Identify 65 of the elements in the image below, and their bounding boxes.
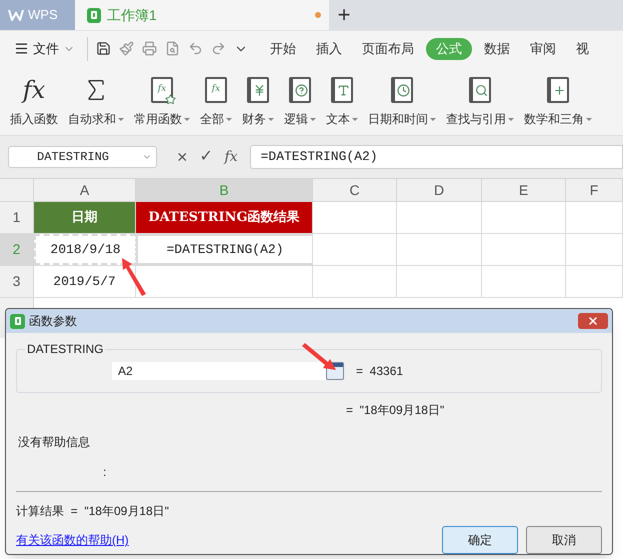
function-book-icon: fx (205, 77, 227, 103)
spreadsheet-icon (10, 314, 25, 328)
close-button[interactable] (578, 313, 608, 329)
header-cell: 日期 (34, 202, 136, 233)
logo-icon (8, 9, 24, 21)
new-tab-button[interactable]: + (329, 0, 359, 30)
function-icon: fx (22, 76, 46, 104)
undo-icon[interactable] (188, 41, 203, 56)
row-header[interactable]: 3 (0, 266, 34, 297)
ok-button[interactable]: 确定 (442, 526, 518, 554)
dialog-title: 函数参数 (29, 313, 78, 330)
ribbon-tab[interactable]: 视 (568, 38, 597, 60)
function-description: 没有帮助信息 (18, 434, 91, 451)
formula-field[interactable]: =DATESTRING(A2) (250, 145, 623, 169)
annotation-arrow (302, 343, 336, 370)
ribbon-tab[interactable]: 数据 (476, 38, 518, 60)
cancel-button[interactable]: × (177, 144, 188, 170)
redo-icon[interactable] (211, 41, 226, 56)
name-box[interactable]: DATESTRING (8, 146, 157, 168)
row-header[interactable]: 1 (0, 202, 34, 233)
print-icon[interactable] (142, 41, 157, 56)
magnifier-book-icon (469, 77, 491, 103)
ribbon-tool[interactable]: 日期和时间 (368, 76, 436, 128)
ribbon-tool[interactable]: fx 插入函数 (10, 76, 58, 128)
ribbon-tool[interactable]: fx 全部 (200, 76, 232, 128)
preview-icon[interactable] (165, 41, 180, 56)
ribbon-tool[interactable]: 逻辑 (284, 76, 316, 128)
cancel-button[interactable]: 取消 (526, 526, 602, 554)
ribbon-tab[interactable]: 插入 (308, 38, 350, 60)
save-icon[interactable] (96, 41, 111, 56)
ribbon-tab[interactable]: 审阅 (522, 38, 564, 60)
ribbon-tool[interactable]: 数学和三角 (524, 76, 592, 128)
spreadsheet-icon (87, 8, 101, 22)
ribbon-tool[interactable]: fx 常用函数 (134, 76, 190, 128)
ribbon-tool[interactable]: 自动求和 (68, 76, 124, 128)
plus-book-icon (547, 77, 569, 103)
ribbon-tab[interactable]: 页面布局 (354, 38, 422, 60)
result-preview: = "18年09月18日" (346, 402, 446, 419)
annotation-arrow (122, 258, 146, 296)
enter-button[interactable]: ✓ (200, 145, 213, 169)
header-cell: DATESTRING函数结果 (136, 202, 313, 233)
column-header[interactable]: D (397, 179, 482, 201)
function-button[interactable]: fx (224, 146, 238, 168)
brush-icon[interactable] (119, 41, 134, 56)
letter-book-icon (331, 77, 353, 103)
menu-icon (14, 41, 29, 56)
ribbon-tool[interactable]: 文本 (326, 76, 358, 128)
table-cell: =DATESTRING(A2) (136, 234, 313, 265)
ribbon-tool[interactable]: 财务 (242, 76, 274, 128)
calculation-result: 计算结果 = "18年09月18日" (16, 503, 170, 520)
parameter-description: : (103, 464, 108, 481)
question-book-icon (289, 77, 311, 103)
column-header[interactable]: C (313, 179, 397, 201)
argument-value: = 43361 (356, 363, 404, 380)
file-menu[interactable]: 文件 (14, 38, 83, 58)
column-header[interactable]: F (566, 179, 623, 201)
app-name: WPS (28, 6, 58, 24)
close-icon (587, 315, 599, 327)
ribbon-tab[interactable]: 开始 (262, 38, 304, 60)
ribbon-tool[interactable]: 查找与引用 (446, 76, 514, 128)
help-link[interactable]: 有关该函数的帮助(H) (16, 531, 442, 549)
column-header[interactable]: E (482, 179, 566, 201)
yen-book-icon (247, 77, 269, 103)
argument-field[interactable]: A2 (112, 362, 326, 380)
clock-book-icon (391, 77, 413, 103)
